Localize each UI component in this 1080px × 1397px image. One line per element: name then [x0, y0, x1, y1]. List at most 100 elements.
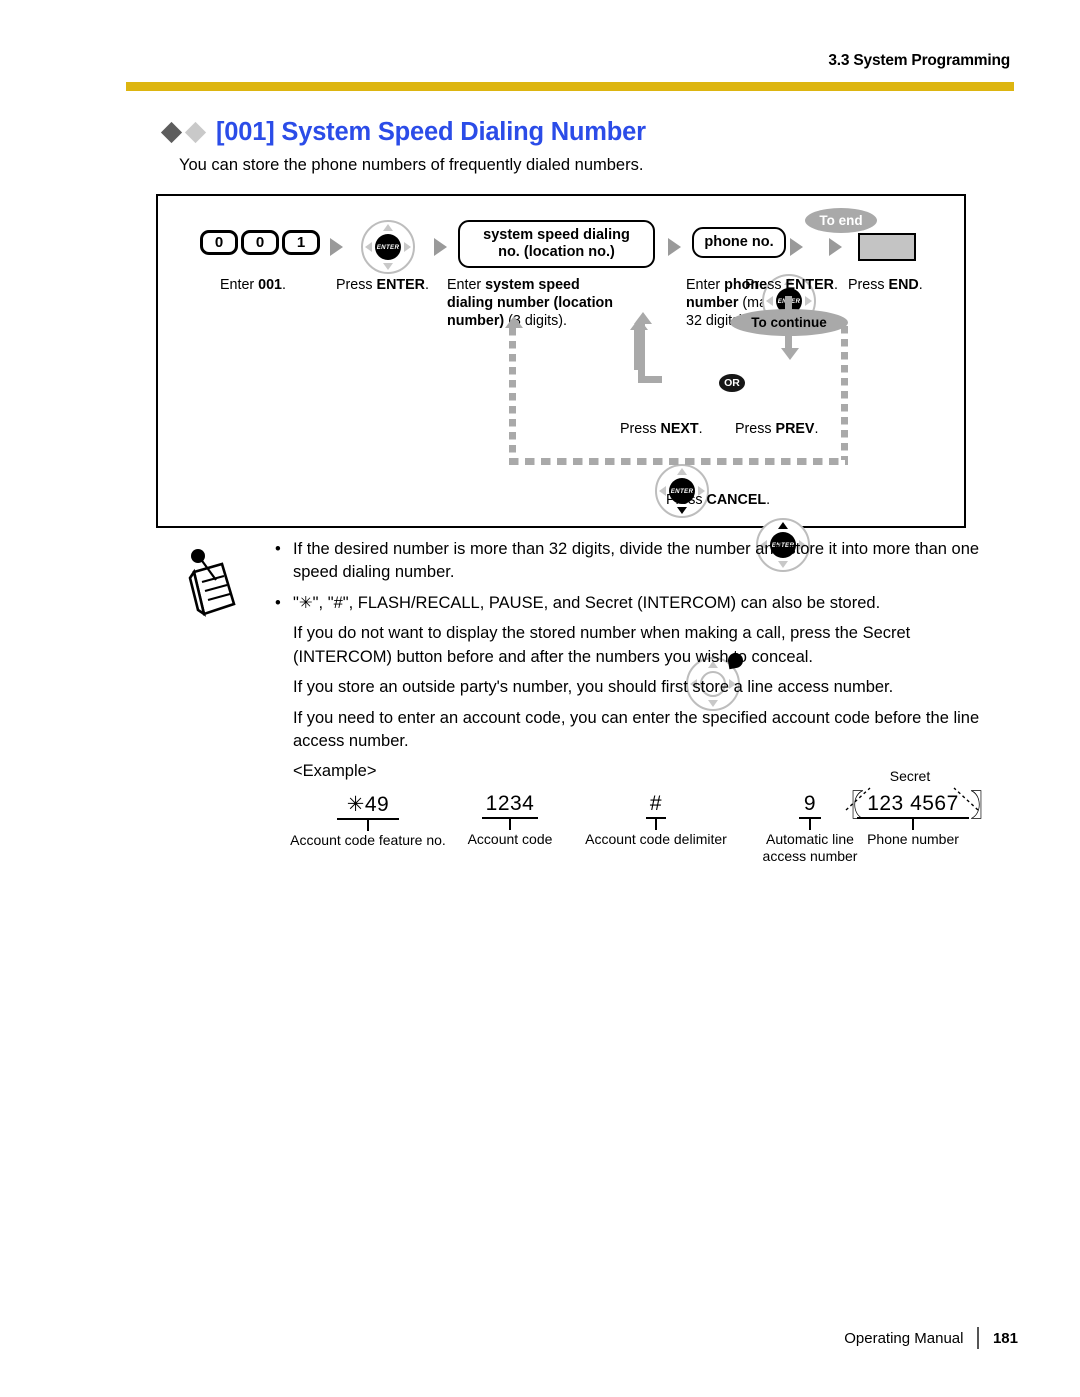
- flow-arrow-2-icon: [434, 238, 447, 256]
- caption-press-next-bold: NEXT: [660, 421, 699, 437]
- flow-arrow-4-icon: [790, 238, 803, 256]
- caption-enter-001-suffix: .: [282, 277, 286, 293]
- page-title: [001] System Speed Dialing Number: [216, 118, 646, 146]
- caption-press-prev-suffix: .: [814, 421, 819, 437]
- footer-page-number: 181: [992, 1329, 1018, 1347]
- key-1[interactable]: 1: [282, 230, 320, 255]
- note-paragraph-3: If you need to enter an account code, yo…: [293, 708, 980, 750]
- example-label-2: Account code: [467, 830, 553, 847]
- navkey-enter-1[interactable]: ENTER: [361, 220, 415, 274]
- caption-press-end: Press END.: [848, 276, 923, 294]
- caption-press-next-prefix: Press: [620, 421, 661, 437]
- example-value-2: 1234: [485, 792, 535, 815]
- example-item-5: 123 4567 Phone number: [852, 792, 974, 847]
- end-button[interactable]: [858, 233, 916, 261]
- header-gold-rule: [126, 82, 1014, 91]
- flow-arrow-5-icon: [829, 238, 842, 256]
- cancel-loop-vert-dashed: [509, 328, 516, 460]
- caption-press-cancel: Press CANCEL.: [666, 491, 770, 509]
- example-item-2: 1234 Account code: [458, 792, 562, 847]
- example-item-3: # Account code delimiter: [564, 792, 748, 847]
- page-footer: Operating Manual 181: [844, 1327, 1018, 1349]
- pill-location-number: system speed dialing no. (location no.): [458, 220, 655, 269]
- note-text-2: "✳", "#", FLASH/RECALL, PAUSE, and Secre…: [293, 593, 881, 612]
- note-item-1: • If the desired number is more than 32 …: [275, 538, 993, 585]
- navkey2-right-arrow-icon: [805, 296, 812, 306]
- caption-press-next: Press NEXT.: [620, 420, 703, 438]
- caption-press-cancel-bold: CANCEL: [706, 492, 767, 508]
- keypad-001: 0 0 1: [200, 230, 320, 255]
- caption-press-enter-1: Press ENTER.: [336, 276, 429, 294]
- caption-location-prefix: Enter: [447, 277, 486, 293]
- pill-location-line2: no. (location no.): [498, 244, 615, 261]
- note-item-2: • "✳", "#", FLASH/RECALL, PAUSE, and Sec…: [275, 592, 993, 615]
- example-diagram: ✳49 Account code feature no. 1234 Accoun…: [280, 768, 1000, 880]
- cancel-loop-right-dashed: [841, 326, 848, 460]
- or-chip-label: OR: [719, 374, 745, 392]
- navkey-up-arrow-icon: [383, 224, 393, 231]
- navkey-prev-up-arrow-icon: [778, 522, 788, 529]
- secret-bracket-right-icon: 〗: [970, 790, 1000, 823]
- to-continue-arrowhead-icon: [781, 348, 799, 360]
- caption-press-end-prefix: Press: [848, 277, 889, 293]
- running-head: 3.3 System Programming: [828, 52, 1010, 69]
- flow-arrow-3-icon: [668, 238, 681, 256]
- note-text-1: If the desired number is more than 32 di…: [293, 540, 980, 582]
- caption-press-enter-2: Press ENTER.: [745, 276, 838, 294]
- cancel-loop-horiz-dashed: [509, 458, 848, 465]
- key-0-first[interactable]: 0: [200, 230, 238, 255]
- navkey2-left-arrow-icon: [766, 296, 773, 306]
- example-tick-5: [912, 818, 914, 830]
- caption-press-enter-1-suffix: .: [425, 277, 429, 293]
- example-value-1: ✳49: [346, 793, 390, 816]
- caption-press-cancel-suffix: .: [766, 492, 771, 508]
- example-label-3: Account code delimiter: [585, 830, 727, 847]
- example-tick-3: [655, 818, 657, 830]
- note-bullet-1-icon: •: [275, 540, 281, 558]
- notes-block: • If the desired number is more than 32 …: [275, 538, 993, 791]
- navkey-next-up-arrow-icon: [677, 468, 687, 475]
- pill-location-line1: system speed dialing: [483, 227, 630, 243]
- example-value-5: 123 4567: [867, 792, 959, 815]
- cancel-loop-arrowhead-icon: [505, 316, 523, 328]
- footer-manual-label: Operating Manual: [844, 1329, 964, 1347]
- navkey-right-arrow-icon: [404, 242, 411, 252]
- procedure-diagram-box: 0 0 1 Enter 001. ENTER Press ENTER. syst…: [156, 194, 966, 711]
- example-label-5: Phone number: [867, 830, 959, 847]
- example-tick-4: [809, 818, 811, 830]
- caption-press-prev-bold: PREV: [775, 421, 815, 437]
- phone-loop-arrowhead-icon: [630, 318, 648, 330]
- caption-press-enter-1-prefix: Press: [336, 277, 377, 293]
- note-paragraph-2: If you store an outside party's number, …: [293, 678, 894, 697]
- caption-phone-prefix: Enter: [686, 277, 725, 293]
- caption-press-prev: Press PREV.: [735, 420, 818, 438]
- caption-press-cancel-prefix: Press: [666, 492, 707, 508]
- diamond-dark-icon: [160, 121, 183, 144]
- key-0-second[interactable]: 0: [241, 230, 279, 255]
- navkey-left-arrow-icon: [365, 242, 372, 252]
- note-paragraph-1: If you do not want to display the stored…: [293, 624, 911, 666]
- caption-enter-001: Enter 001.: [220, 276, 286, 294]
- caption-enter-001-prefix: Enter: [220, 277, 259, 293]
- section-intro-text: You can store the phone numbers of frequ…: [179, 156, 644, 174]
- diamond-light-icon: [184, 121, 207, 144]
- caption-press-enter-1-bold: ENTER: [376, 277, 425, 293]
- navkey-down-arrow-icon: [383, 263, 393, 270]
- caption-press-enter-2-bold: ENTER: [785, 277, 834, 293]
- caption-press-prev-prefix: Press: [735, 421, 776, 437]
- flow-arrow-1-icon: [330, 238, 343, 256]
- example-label-1: Account code feature no.: [290, 831, 446, 848]
- memo-note-icon: [188, 549, 236, 617]
- note-bullet-2-icon: •: [275, 593, 281, 612]
- caption-press-enter-2-suffix: .: [834, 277, 838, 293]
- example-value-3: #: [649, 792, 663, 815]
- navkey-enter-hub-icon: ENTER: [375, 234, 401, 260]
- example-item-1: ✳49 Account code feature no.: [280, 792, 456, 848]
- example-tick-1: [367, 819, 369, 831]
- caption-press-end-bold: END: [888, 277, 919, 293]
- caption-press-end-suffix: .: [918, 277, 923, 293]
- to-end-label: To end: [805, 208, 877, 233]
- example-label-4-line2: access number: [762, 848, 858, 865]
- caption-enter-location: Enter system speed dialing number (locat…: [447, 276, 627, 330]
- example-tick-2: [509, 818, 511, 830]
